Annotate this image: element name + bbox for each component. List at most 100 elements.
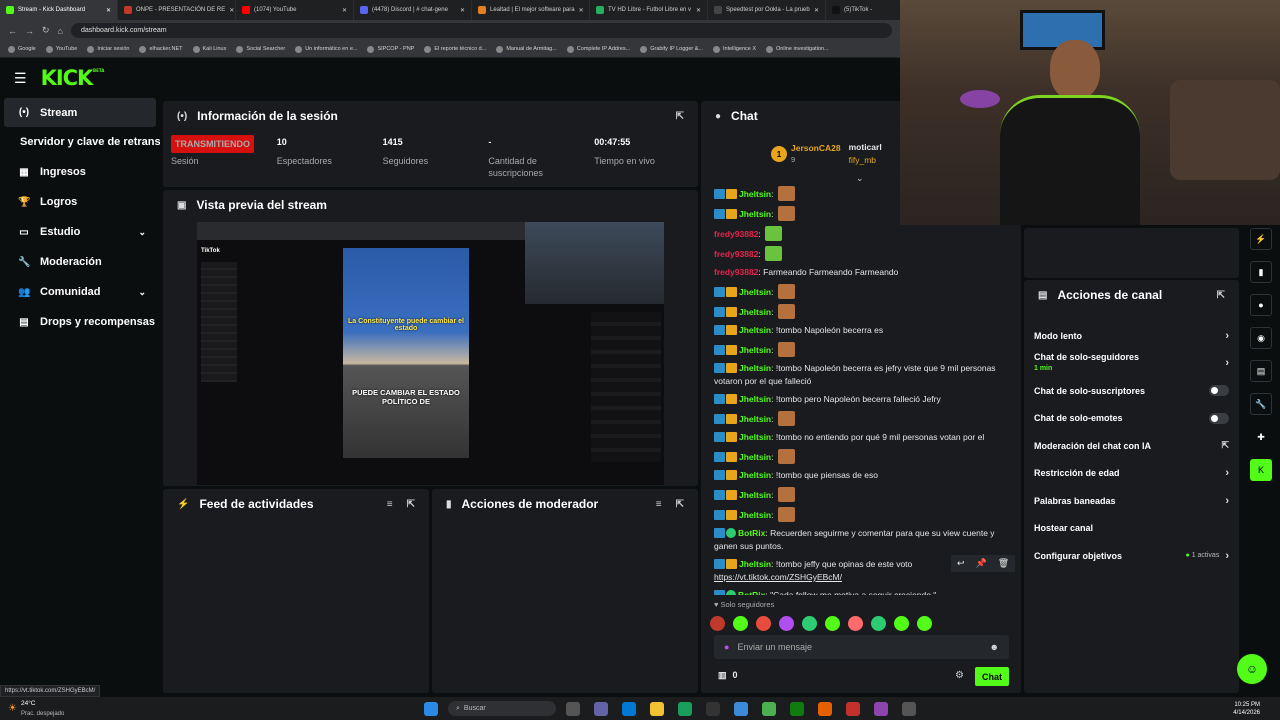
chat-username[interactable]: Jheltsin xyxy=(739,490,771,500)
close-icon[interactable]: ✕ xyxy=(696,7,701,14)
channel-action-row[interactable]: Modo lento › xyxy=(1024,322,1239,350)
chat-settings-icon[interactable]: ⚙ xyxy=(955,670,964,681)
chat-username[interactable]: Jheltsin xyxy=(739,307,771,317)
copilot-icon[interactable] xyxy=(622,701,636,716)
emote-icon[interactable] xyxy=(825,615,840,631)
channel-action-row[interactable]: Chat de solo-suscriptores xyxy=(1024,377,1239,405)
chat-message[interactable]: Jheltsin: !tombo que piensas de eso xyxy=(701,466,1021,484)
browser-tab[interactable]: (4478) Discord | # chat-gene ✕ xyxy=(354,0,472,20)
wrench-icon[interactable]: 🔧 xyxy=(1250,393,1272,415)
teams-icon[interactable] xyxy=(594,701,608,716)
edge-icon[interactable] xyxy=(678,701,692,716)
toggle-switch[interactable] xyxy=(1209,412,1229,424)
chat-message[interactable]: BotRix: Recuerden seguirme y comentar pa… xyxy=(701,524,1021,555)
browser-tab[interactable]: TV HD Libre - Futbol Libre en v ✕ xyxy=(590,0,708,20)
mic-icon[interactable]: ● xyxy=(724,642,729,652)
broadcast-icon[interactable]: ◉ xyxy=(1250,327,1272,349)
emote-icon[interactable] xyxy=(710,615,725,631)
emote-icon[interactable] xyxy=(871,615,886,631)
shield-icon[interactable]: ▮ xyxy=(1250,261,1272,283)
bookmark[interactable]: El reporte técnico d... xyxy=(424,45,486,53)
vscode-icon[interactable] xyxy=(734,701,748,716)
popout-icon[interactable]: ⇱ xyxy=(407,499,415,510)
chat-username[interactable]: Jheltsin xyxy=(739,287,771,297)
browser-tab[interactable]: (1074) YouTube ✕ xyxy=(236,0,354,20)
emoji-icon[interactable]: ☻ xyxy=(990,642,999,652)
sidebar-item-server-key[interactable]: Servidor y clave de retransmisión xyxy=(0,127,160,157)
taskbar-search[interactable]: ⌕ Buscar xyxy=(448,701,556,716)
bookmark[interactable]: Complete IP Addres... xyxy=(566,45,630,53)
pin-icon[interactable]: 📌 xyxy=(976,558,987,569)
chat-message[interactable]: fredy93882: xyxy=(701,223,1021,243)
clock[interactable]: 10:25 PM 4/14/2026 xyxy=(1233,701,1260,717)
chat-bubble-icon[interactable]: ● xyxy=(1250,294,1272,316)
channel-points[interactable]: ▥ 0 xyxy=(718,670,738,681)
sidebar-item-stream[interactable]: (•) Stream xyxy=(4,98,156,127)
chat-username[interactable]: Jheltsin xyxy=(739,325,771,335)
bookmark[interactable]: Grabify IP Logger &... xyxy=(640,45,703,53)
chat-username[interactable]: fredy93882 xyxy=(714,267,758,277)
reload-icon[interactable]: ↻ xyxy=(42,25,50,36)
bookmark[interactable]: Google xyxy=(8,45,36,53)
popout-icon[interactable]: ⇱ xyxy=(676,111,684,122)
add-widget-icon[interactable]: ✚ xyxy=(1250,426,1272,448)
task-view-icon[interactable] xyxy=(566,701,580,716)
chat-message[interactable]: Jheltsin: xyxy=(701,504,1021,524)
chat-link[interactable]: https://vt.tiktok.com/ZSHGyEBcM/ xyxy=(714,572,842,582)
chat-username[interactable]: BotRix xyxy=(738,590,765,595)
close-icon[interactable]: ✕ xyxy=(106,7,111,14)
popout-icon[interactable]: ⇱ xyxy=(1217,290,1225,301)
file-explorer-icon[interactable] xyxy=(650,701,664,716)
pinned-leaderboard[interactable]: 1 JersonCA28 9 moticarl fify_mb xyxy=(771,141,882,167)
back-icon[interactable]: ← xyxy=(8,26,17,36)
emote-icon[interactable] xyxy=(733,615,748,631)
bookmark[interactable]: Social Searcher xyxy=(236,45,285,53)
chat-message[interactable]: Jheltsin: !tombo no entiendo por qué 9 m… xyxy=(701,428,1021,446)
reply-icon[interactable]: ↩ xyxy=(957,558,965,569)
emote-icon[interactable] xyxy=(848,615,863,631)
sidebar-item-moderacion[interactable]: 🔧 Moderación xyxy=(4,247,156,277)
channel-action-row[interactable]: Chat de solo-seguidores 1 min › xyxy=(1024,350,1239,378)
emote-icon[interactable] xyxy=(779,615,794,631)
filter-icon[interactable]: ≡ xyxy=(387,499,393,510)
chat-username[interactable]: Jheltsin xyxy=(739,452,771,462)
stream-preview-video[interactable]: TikTok La Constituyente puede cambiar el… xyxy=(197,222,664,485)
bookmark[interactable]: YouTube xyxy=(45,45,77,53)
chat-username[interactable]: fredy93882 xyxy=(714,249,758,259)
chat-username[interactable]: fredy93882 xyxy=(714,229,758,239)
chat-username[interactable]: Jheltsin xyxy=(739,363,771,373)
bookmark[interactable]: SIPCOP - PNP xyxy=(367,45,414,53)
chat-message[interactable]: fredy93882: Farmeando Farmeando Farmeand… xyxy=(701,263,1021,281)
bookmark[interactable]: Un informático en e... xyxy=(295,45,357,53)
store-icon[interactable] xyxy=(706,701,720,716)
start-icon[interactable] xyxy=(424,701,438,716)
bookmark[interactable]: elhacker.NET xyxy=(139,45,183,53)
chat-message[interactable]: Jheltsin: xyxy=(701,408,1021,428)
chat-username[interactable]: Jheltsin xyxy=(739,470,771,480)
browser-tab[interactable]: Stream - Kick Dashboard ✕ xyxy=(0,0,118,20)
browser-tab[interactable]: ONPE - PRESENTACIÓN DE RE ✕ xyxy=(118,0,236,20)
bookmark[interactable]: Iniciar sesión xyxy=(87,45,129,53)
server-icon[interactable]: ▤ xyxy=(1250,360,1272,382)
channel-action-row[interactable]: Palabras baneadas › xyxy=(1024,487,1239,515)
chat-message[interactable]: Jheltsin: xyxy=(701,484,1021,504)
firefox-icon[interactable] xyxy=(818,701,832,716)
bookmark[interactable]: Online investigation... xyxy=(766,45,829,53)
chat-username[interactable]: Jheltsin xyxy=(739,559,771,569)
chat-username[interactable]: Jheltsin xyxy=(739,189,771,199)
close-icon[interactable]: ✕ xyxy=(229,7,234,14)
home-icon[interactable]: ⌂ xyxy=(58,26,63,36)
send-chat-button[interactable]: Chat xyxy=(975,667,1009,686)
app-icon[interactable] xyxy=(846,701,860,716)
chat-message[interactable]: Jheltsin: !tombo Napoleón becerra es xyxy=(701,321,1021,339)
weather-widget[interactable]: ☀ 24°C Prac. despejado xyxy=(0,700,120,718)
chat-input[interactable]: ● Enviar un mensaje ☻ xyxy=(714,635,1009,659)
chat-message[interactable]: Jheltsin: xyxy=(701,301,1021,321)
sidebar-item-logros[interactable]: 🏆 Logros xyxy=(4,187,156,217)
filter-icon[interactable]: ≡ xyxy=(656,499,662,510)
chat-username[interactable]: Jheltsin xyxy=(739,345,771,355)
close-icon[interactable]: ✕ xyxy=(579,7,584,14)
sidebar-item-comunidad[interactable]: 👥 Comunidad ⌄ xyxy=(4,277,156,307)
browser-tab[interactable]: (5)TikTok -✕ xyxy=(826,0,900,20)
channel-action-row[interactable]: Hostear canal xyxy=(1024,515,1239,543)
